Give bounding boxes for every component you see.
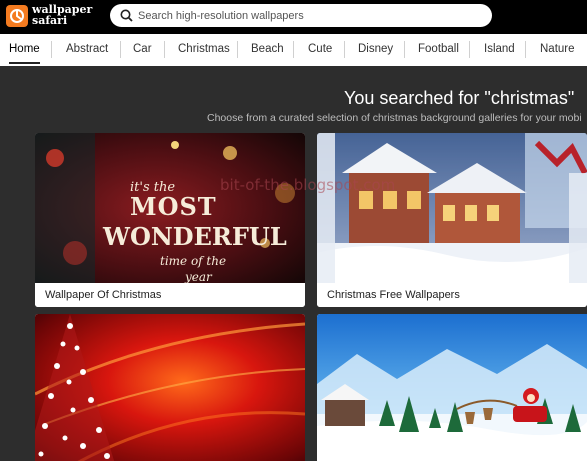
nav-item-abstract[interactable]: Abstract <box>66 34 108 66</box>
nav-divider <box>293 41 294 58</box>
card-caption[interactable]: Wallpaper Of Christmas <box>35 283 305 307</box>
watermark-text: bit-of-the.blogspot.com <box>220 176 396 194</box>
art-text-line-3: WONDERFUL <box>102 222 287 251</box>
nav-item-beach[interactable]: Beach <box>251 34 284 66</box>
brand-name[interactable]: wallpaper safari <box>32 4 92 26</box>
nav-item-nature[interactable]: Nature <box>540 34 575 66</box>
category-nav: Home Abstract Car Christmas Beach Cute D… <box>0 34 587 66</box>
wallpaper-card[interactable] <box>35 314 305 461</box>
nav-divider <box>237 41 238 58</box>
wallpaper-thumbnail <box>317 133 587 283</box>
top-bar: wallpaper safari <box>0 0 587 34</box>
brand-line-2: safari <box>32 14 68 27</box>
nav-divider <box>51 41 52 58</box>
art-text-line-5: year <box>184 270 213 283</box>
nav-divider <box>164 41 165 58</box>
nav-divider <box>525 41 526 58</box>
wallpaper-card[interactable] <box>317 314 587 461</box>
nav-item-home[interactable]: Home <box>9 34 40 66</box>
nav-divider <box>120 41 121 58</box>
nav-divider <box>469 41 470 58</box>
card-caption[interactable]: Christmas Free Wallpapers <box>317 283 587 307</box>
wallpaper-card[interactable]: Christmas Free Wallpapers <box>317 133 587 307</box>
nav-item-island[interactable]: Island <box>484 34 515 66</box>
nav-item-football[interactable]: Football <box>418 34 459 66</box>
nav-divider <box>344 41 345 58</box>
results-subheading: Choose from a curated selection of chris… <box>207 112 582 124</box>
wallpaper-thumbnail <box>317 314 587 461</box>
search-box[interactable] <box>110 4 492 27</box>
nav-item-disney[interactable]: Disney <box>358 34 393 66</box>
wallpaper-card[interactable]: it's the MOST WONDERFUL time of the year… <box>35 133 305 307</box>
art-text-line-2: MOST <box>130 192 217 221</box>
nav-item-cute[interactable]: Cute <box>308 34 332 66</box>
art-text-line-4: time of the <box>160 254 226 268</box>
search-icon <box>120 9 133 22</box>
logo-icon[interactable] <box>6 5 28 27</box>
wallpaper-thumbnail <box>35 314 305 461</box>
nav-divider <box>404 41 405 58</box>
nav-item-car[interactable]: Car <box>133 34 152 66</box>
results-heading: You searched for "christmas" <box>344 88 575 108</box>
search-input[interactable] <box>138 7 478 24</box>
nav-item-christmas[interactable]: Christmas <box>178 34 230 66</box>
wallpaper-thumbnail: it's the MOST WONDERFUL time of the year <box>35 133 305 283</box>
